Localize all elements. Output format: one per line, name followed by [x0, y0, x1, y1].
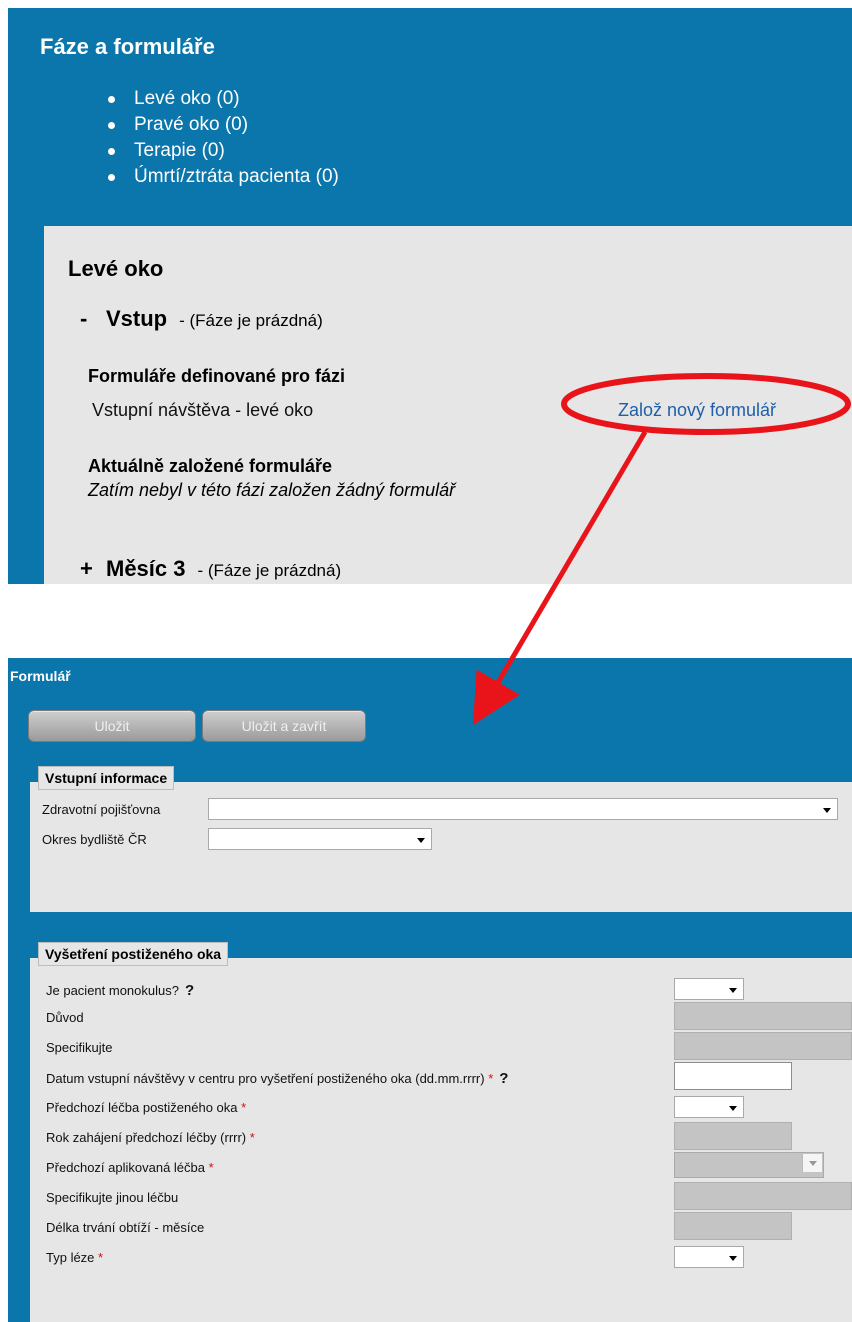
save-and-close-button[interactable]: Uložit a zavřít	[202, 710, 366, 742]
phase-name: Vstup	[106, 306, 168, 331]
insurance-label: Zdravotní pojišťovna	[42, 802, 161, 817]
fieldset-eye-exam: Vyšetření postiženého oka Je pacient mon…	[30, 942, 852, 1322]
phase-name: Měsíc 3	[106, 556, 186, 581]
fieldset-entry-info: Vstupní informace Zdravotní pojišťovna O…	[30, 766, 852, 912]
phase-link-death-loss[interactable]: Úmrtí/ztráta pacienta (0)	[92, 164, 339, 190]
section-title: Levé oko	[68, 256, 164, 281]
chevron-down-icon	[729, 988, 737, 993]
insurance-select[interactable]	[208, 798, 838, 820]
current-forms-title: Aktuálně založené formuláře	[88, 456, 333, 476]
specifikujte-input[interactable]	[674, 1032, 852, 1060]
typ-leze-select[interactable]	[674, 1246, 744, 1268]
defined-forms-title: Formuláře definované pro fázi	[88, 366, 346, 386]
required-marker: *	[98, 1250, 104, 1265]
chevron-down-icon	[417, 838, 425, 843]
phase-list: Levé oko (0) Pravé oko (0) Terapie (0) Ú…	[92, 86, 339, 190]
help-icon[interactable]: ?	[185, 982, 194, 999]
typ-leze-label: Typ léze *	[46, 1250, 104, 1265]
delka-obtizi-input[interactable]	[674, 1212, 792, 1240]
district-select[interactable]	[208, 828, 432, 850]
defined-form-name: Vstupní návštěva - levé oko	[92, 400, 314, 420]
rok-zahajeni-label: Rok zahájení předchozí léčby (rrrr) *	[46, 1130, 255, 1145]
chevron-down-icon	[809, 1161, 817, 1166]
phase-link-right-eye[interactable]: Pravé oko (0)	[92, 112, 339, 138]
save-button[interactable]: Uložit	[28, 710, 196, 742]
predchozi-lecba-label: Předchozí léčba postiženého oka *	[46, 1100, 247, 1115]
phase-detail-box: Levé oko - Vstup - (Fáze je prázdná) Formu…	[44, 226, 852, 584]
required-marker: *	[249, 1130, 255, 1145]
new-form-link[interactable]: Založ nový formulář	[618, 400, 776, 421]
expand-toggle[interactable]: +	[80, 556, 106, 582]
fieldset-legend: Vstupní informace	[38, 766, 175, 790]
district-label: Okres bydliště ČR	[42, 832, 147, 847]
phase-link-therapy[interactable]: Terapie (0)	[92, 138, 339, 164]
collapse-toggle[interactable]: -	[80, 306, 106, 332]
aplikovana-lecba-label: Předchozí aplikovaná léčba *	[46, 1160, 214, 1175]
form-panel: Formulář Uložit Uložit a zavřít Vstupní …	[8, 658, 852, 1322]
required-marker: *	[208, 1160, 214, 1175]
phases-panel: Fáze a formuláře Levé oko (0) Pravé oko …	[8, 8, 852, 584]
phase-status: - (Fáze je prázdná)	[179, 311, 323, 330]
help-icon[interactable]: ?	[499, 1070, 508, 1087]
jina-lecba-label: Specifikujte jinou léčbu	[46, 1190, 179, 1205]
phase-row-mesic-3[interactable]: + Měsíc 3 - (Fáze je prázdná)	[80, 556, 341, 582]
current-forms-empty-note: Zatím nebyl v této fázi založen žádný fo…	[88, 480, 456, 500]
phase-status: - (Fáze je prázdná)	[197, 561, 342, 580]
jina-lecba-input[interactable]	[674, 1182, 852, 1210]
chevron-down-icon	[729, 1256, 737, 1261]
datum-input[interactable]	[674, 1062, 792, 1090]
fieldset-legend: Vyšetření postiženého oka	[38, 942, 229, 966]
predchozi-lecba-select[interactable]	[674, 1096, 744, 1118]
specifikujte-label: Specifikujte	[46, 1040, 113, 1055]
required-marker: *	[488, 1071, 494, 1086]
phase-row-vstup[interactable]: - Vstup - (Fáze je prázdná)	[80, 306, 323, 332]
duvod-label: Důvod	[46, 1010, 84, 1025]
phase-link-left-eye[interactable]: Levé oko (0)	[92, 86, 339, 112]
duvod-input[interactable]	[674, 1002, 852, 1030]
delka-obtizi-label: Délka trvání obtíží - měsíce	[46, 1220, 205, 1235]
monokulus-label: Je pacient monokulus??	[46, 982, 195, 999]
form-title: Formulář	[10, 668, 71, 684]
phases-title: Fáze a formuláře	[40, 34, 215, 59]
required-marker: *	[241, 1100, 247, 1115]
chevron-down-icon	[823, 808, 831, 813]
datum-label: Datum vstupní návštěvy v centru pro vyše…	[46, 1070, 509, 1087]
chevron-down-icon	[729, 1106, 737, 1111]
aplikovana-lecba-select[interactable]	[674, 1152, 824, 1178]
rok-zahajeni-input[interactable]	[674, 1122, 792, 1150]
monokulus-select[interactable]	[674, 978, 744, 1000]
